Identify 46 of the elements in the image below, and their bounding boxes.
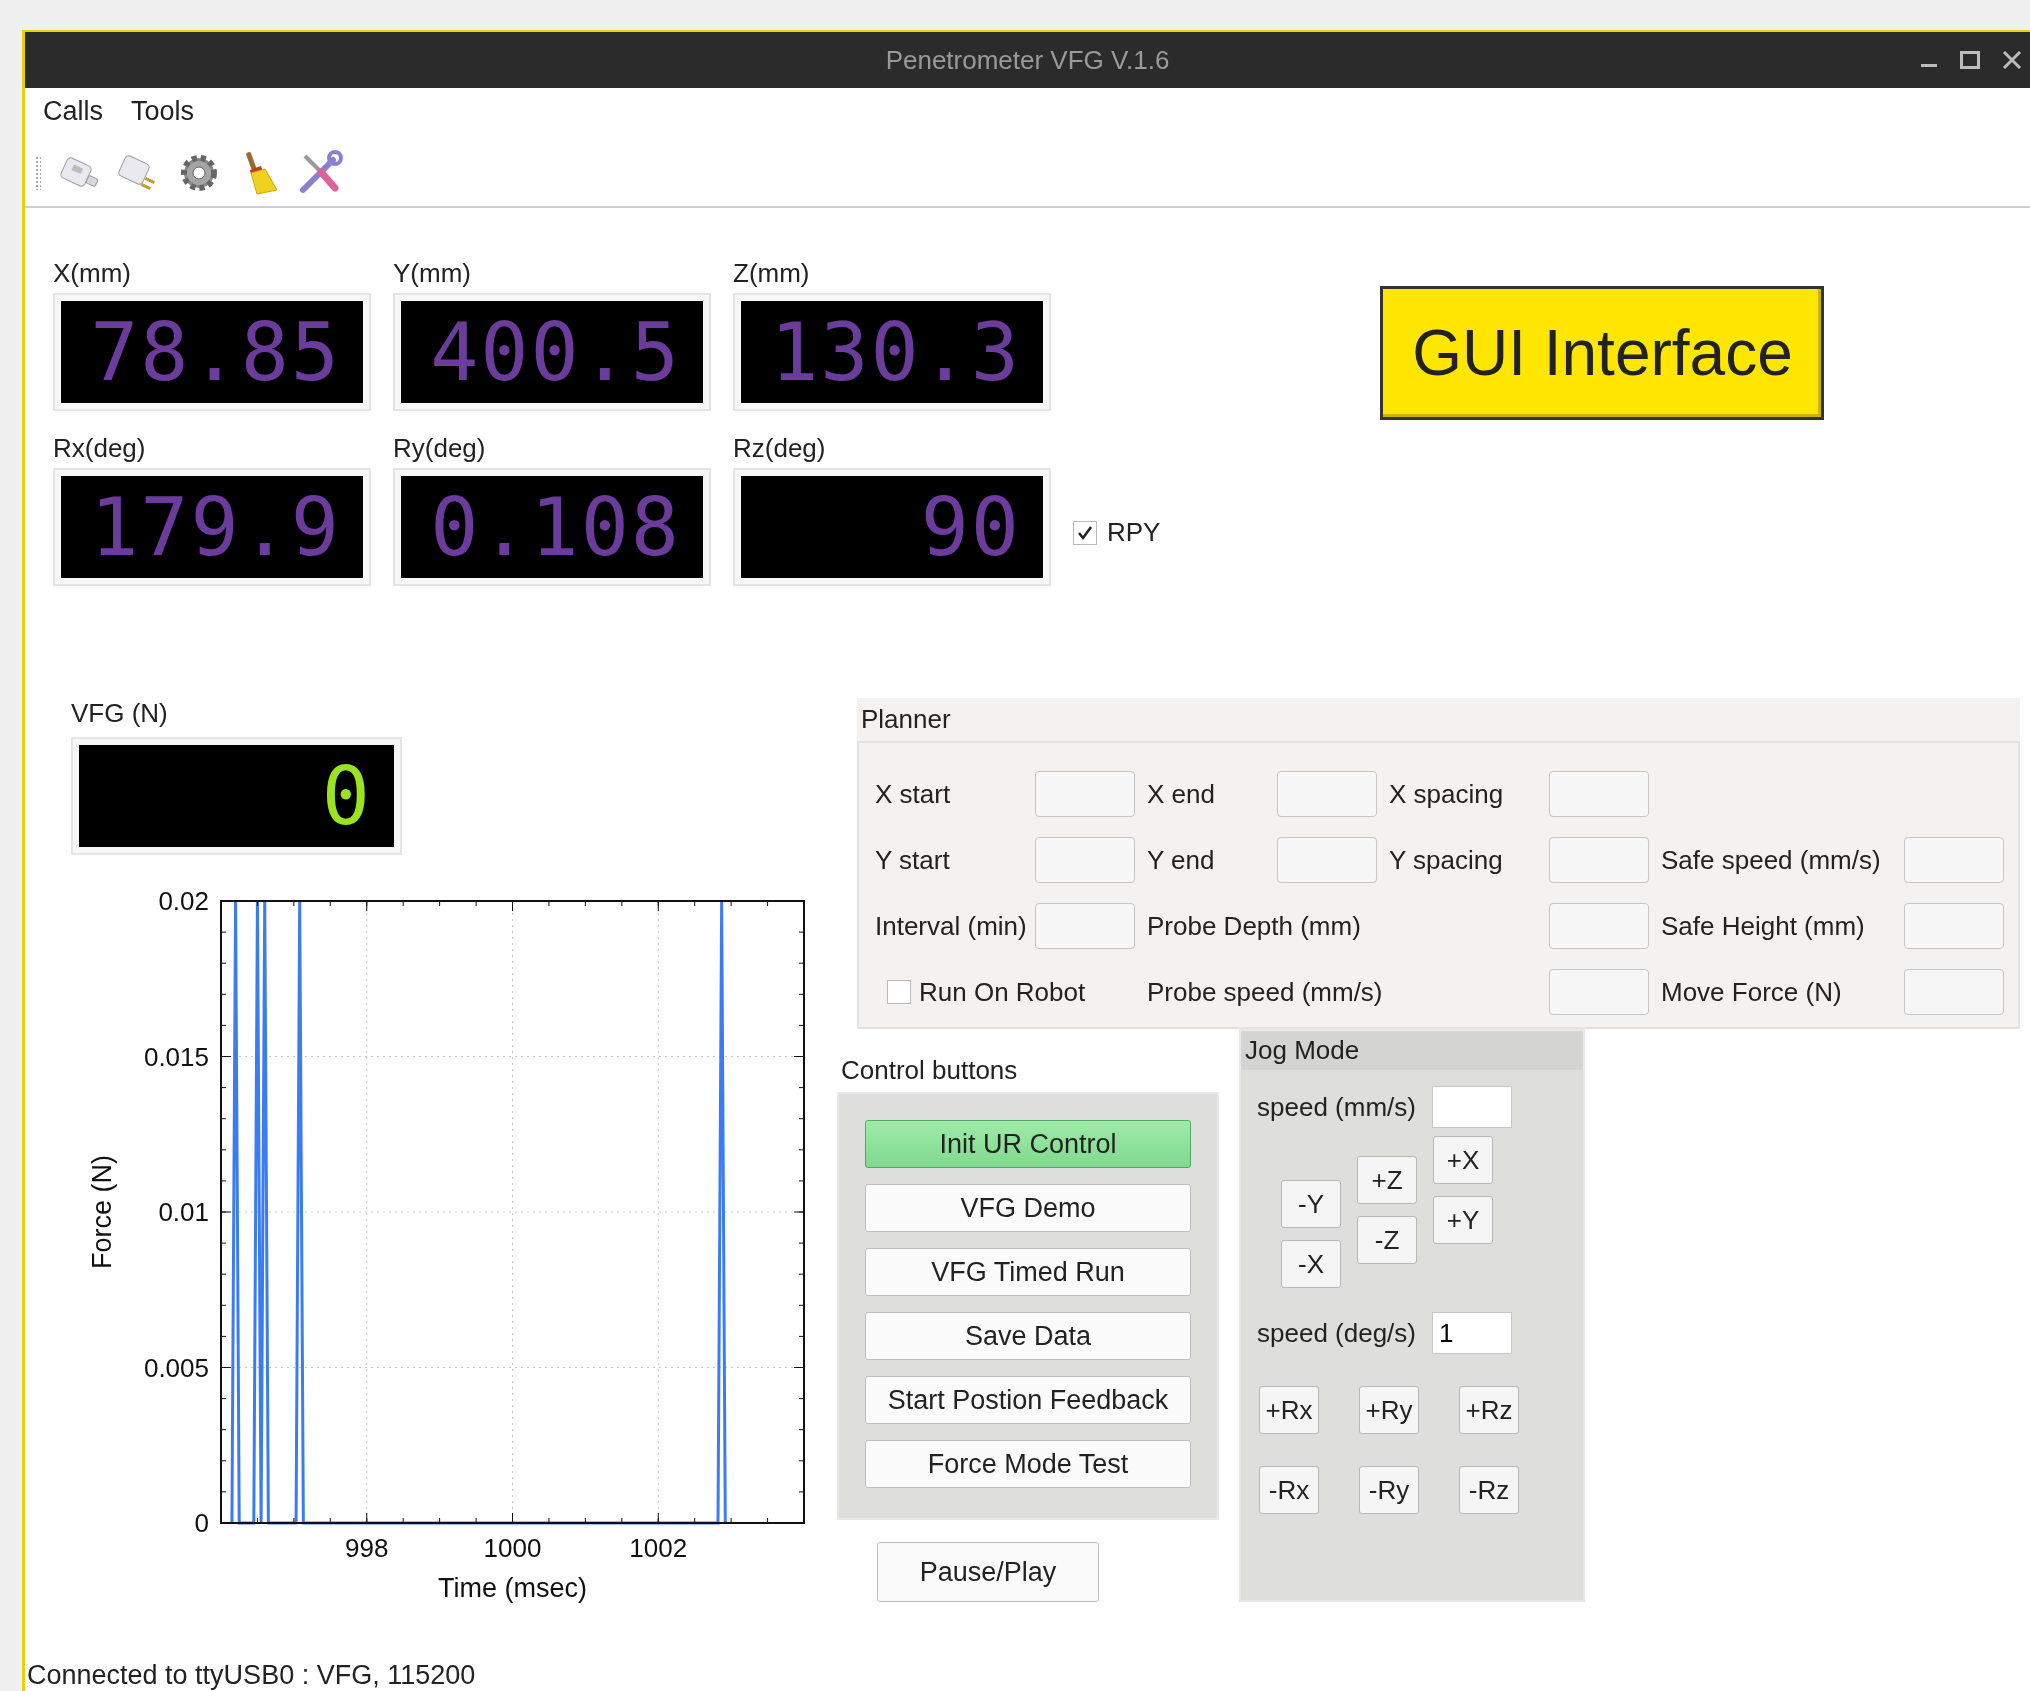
y-tick-label: 0 — [194, 1508, 209, 1538]
group-title: Planner — [861, 704, 951, 734]
lcd-display: 0.108 — [401, 476, 703, 578]
readout-label: Rx(deg) — [53, 433, 147, 464]
status-text: Connected to ttyUSB0 : VFG, 115200 — [27, 1660, 476, 1691]
group-title: Jog Mode — [1245, 1035, 1360, 1065]
group-title: Control buttons — [841, 1055, 1018, 1085]
readout-label: Rz(deg) — [733, 433, 827, 464]
lcd-display: 78.85 — [61, 301, 363, 403]
readout-label: Z(mm) — [733, 258, 811, 289]
lcd-display: 400.5 — [401, 301, 703, 403]
field-label: X spacing — [1389, 778, 1504, 810]
x-tick-label: 1000 — [483, 1533, 542, 1563]
field-label: Interval (min) — [875, 910, 1027, 942]
field-label: X end — [1147, 778, 1215, 810]
y-axis-label: Force (N) — [87, 1155, 117, 1269]
lcd-display: 130.3 — [741, 301, 1043, 403]
field-label: speed (deg/s) — [1257, 1317, 1416, 1349]
field-label: Safe speed (mm/s) — [1661, 844, 1881, 876]
field-label: Y start — [875, 844, 950, 876]
x-tick-label: 1002 — [629, 1533, 688, 1563]
field-label: Safe Height (mm) — [1661, 910, 1865, 942]
field-label: X start — [875, 778, 951, 810]
field-label: Y spacing — [1389, 844, 1503, 876]
y-tick-label: 0.015 — [143, 1041, 209, 1072]
checkbox-label: RPY — [1107, 517, 1161, 548]
checkbox-label: Run On Robot — [919, 976, 1086, 1008]
readout-label: X(mm) — [53, 258, 132, 289]
field-label: Probe speed (mm/s) — [1147, 976, 1383, 1008]
field-label: Move Force (N) — [1661, 976, 1842, 1008]
x-axis-label: Time (msec) — [438, 1573, 587, 1603]
readout-label: Y(mm) — [393, 258, 472, 289]
lcd-display: 179.9 — [61, 476, 363, 578]
field-label: speed (mm/s) — [1257, 1091, 1416, 1123]
readout-label: Ry(deg) — [393, 433, 487, 464]
field-label: Probe Depth (mm) — [1147, 910, 1361, 942]
lcd-display: 90 — [741, 476, 1043, 578]
lcd-display: 0 — [79, 745, 394, 847]
window-title: Penetrometer VFG V.1.6 — [885, 44, 1170, 76]
readout-label: VFG (N) — [71, 698, 169, 729]
y-tick-label: 0.01 — [158, 1197, 209, 1227]
x-tick-label: 998 — [345, 1533, 389, 1563]
banner: GUI Interface — [1380, 286, 1825, 420]
field-label: Y end — [1147, 844, 1215, 876]
y-tick-label: 0.02 — [158, 886, 209, 916]
y-tick-label: 0.005 — [143, 1352, 209, 1383]
